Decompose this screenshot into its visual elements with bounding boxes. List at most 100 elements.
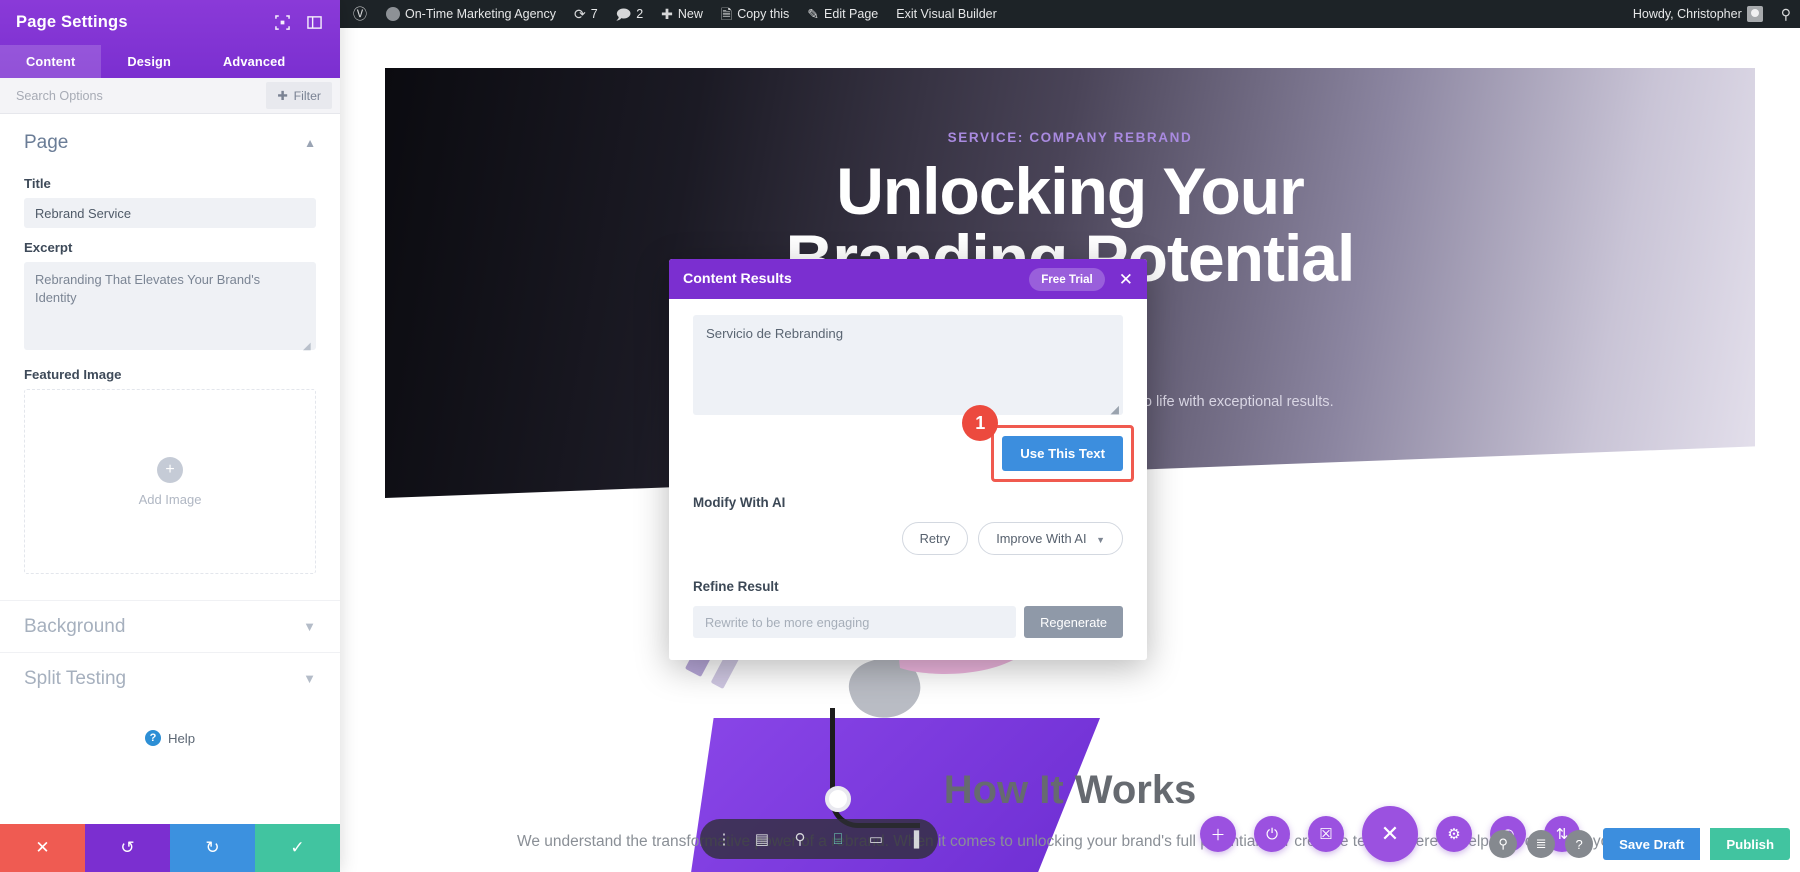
help-label: Help [167, 730, 196, 746]
redo-button[interactable]: ↻ [170, 824, 255, 872]
modal-body: ◢ Use This Text 1 Modify With AI Retry I… [669, 299, 1147, 660]
comments-count: 2 [636, 7, 644, 21]
excerpt-label: Excerpt [24, 240, 73, 255]
step-number-badge: 1 [962, 405, 999, 441]
how-it-works-title: How It Works [943, 768, 1197, 812]
discard-changes-button[interactable]: ✕ [0, 824, 85, 872]
page-title: Page Settings [16, 13, 128, 31]
account-menu[interactable]: Howdy, Christopher [1624, 0, 1772, 28]
filter-button[interactable]: ✚ Filter [266, 82, 332, 109]
content-results-modal: Content Results Free Trial ✕ ◢ Use This … [669, 259, 1147, 660]
chevron-down-icon: ▼ [1096, 535, 1105, 545]
page-section-title: Page [24, 132, 69, 153]
refine-result-label: Refine Result [693, 579, 779, 594]
chevron-down-icon: ▼ [303, 671, 316, 686]
add-icon[interactable]: ＋ [1200, 816, 1236, 852]
search-icon: ⚲ [1780, 6, 1791, 22]
tablet-icon[interactable]: ▭ [858, 821, 894, 857]
modal-header-actions: Free Trial ✕ [1029, 267, 1133, 291]
edit-page-menu[interactable]: ✎ Edit Page [798, 0, 887, 28]
phone-icon[interactable]: ▐ [896, 821, 932, 857]
desktop-icon[interactable]: ⌸ [820, 821, 856, 857]
improve-label: Improve With AI [996, 531, 1087, 546]
copy-label: Copy this [737, 7, 790, 21]
wp-admin-bar: Ⓥ On-Time Marketing Agency ⟳ 7 🗩 2 ✚ New… [340, 0, 1800, 28]
use-this-text-button[interactable]: Use This Text [1002, 436, 1123, 471]
modify-actions-row: Retry Improve With AI ▼ [693, 522, 1123, 555]
refine-input[interactable] [693, 606, 1017, 638]
publish-button[interactable]: Publish [1710, 828, 1790, 860]
modify-with-ai-label: Modify With AI [693, 495, 786, 510]
save-draft-button[interactable]: Save Draft [1603, 828, 1701, 860]
adminbar-search-button[interactable]: ⚲ [1772, 0, 1800, 28]
howdy-label: Howdy, Christopher [1632, 7, 1742, 21]
tab-content[interactable]: Content [0, 45, 102, 78]
page-section-header[interactable]: Page ▲ [0, 114, 340, 164]
title-input[interactable] [24, 198, 316, 228]
filter-label: Filter [293, 88, 321, 103]
overflow-menu-icon[interactable]: ⋮ [706, 821, 742, 857]
free-trial-badge[interactable]: Free Trial [1029, 267, 1105, 291]
search-input[interactable] [0, 88, 267, 103]
excerpt-textarea[interactable] [24, 262, 316, 350]
exit-visual-builder[interactable]: Exit Visual Builder [887, 0, 1006, 28]
help-icon[interactable]: ? [1565, 830, 1594, 858]
retry-button[interactable]: Retry [901, 522, 969, 555]
background-label: Background [24, 615, 126, 637]
use-this-text-wrapper: Use This Text 1 [962, 405, 1134, 482]
add-image-dropzone[interactable]: + Add Image [24, 389, 316, 574]
resize-grip-icon[interactable]: ◢ [303, 342, 313, 352]
hero-eyebrow: SERVICE: COMPANY REBRAND [947, 130, 1193, 145]
trash-icon[interactable]: ☒ [1308, 816, 1344, 852]
resize-grip-icon[interactable]: ◢ [1111, 403, 1119, 416]
improve-with-ai-button[interactable]: Improve With AI ▼ [978, 522, 1123, 555]
settings-icon[interactable]: ⚙ [1436, 816, 1472, 852]
close-icon[interactable]: ✕ [1362, 806, 1418, 862]
sidebar-item-background[interactable]: Background ▼ [0, 600, 340, 652]
close-icon[interactable]: ✕ [1119, 271, 1133, 288]
page-settings-sidebar: Page Settings Content Design Advanced Se… [0, 0, 340, 872]
view-mode-toolbar: ⋮ ▤ ⚲ ⌸ ▭ ▐ [700, 819, 938, 859]
updates-menu[interactable]: ⟳ 7 [565, 0, 607, 28]
layers-icon[interactable]: ≣ [1527, 830, 1556, 858]
plus-icon: ✚ [661, 6, 673, 22]
plus-icon: + [157, 456, 183, 483]
new-content-menu[interactable]: ✚ New [652, 0, 712, 28]
plus-icon: ✚ [277, 88, 288, 103]
copy-icon: 🗎 [720, 6, 733, 22]
panel-layout-icon[interactable] [304, 13, 324, 33]
modal-title: Content Results [683, 271, 792, 287]
split-testing-label: Split Testing [24, 667, 127, 689]
question-mark-icon: ? [144, 730, 161, 746]
wireframe-icon[interactable]: ▤ [744, 821, 780, 857]
site-icon [386, 7, 400, 21]
updates-count: 7 [590, 7, 598, 21]
chevron-up-icon: ▲ [304, 136, 316, 150]
sidebar-item-split-testing[interactable]: Split Testing ▼ [0, 652, 340, 704]
copy-this-menu[interactable]: 🗎 Copy this [712, 0, 798, 28]
tab-advanced[interactable]: Advanced [197, 45, 311, 78]
sidebar-body: Page ▲ Title Excerpt ◢ Featured Image + … [0, 114, 340, 824]
modal-header: Content Results Free Trial ✕ [669, 259, 1147, 299]
exit-label: Exit Visual Builder [896, 7, 997, 21]
use-text-row: Use This Text 1 [693, 405, 1134, 482]
undo-button[interactable]: ↺ [85, 824, 170, 872]
hero-title-line-1: Unlocking Your [836, 154, 1305, 228]
power-icon[interactable]: ⏻ [1254, 816, 1290, 852]
sidebar-titlebar: Page Settings [0, 0, 340, 45]
tab-design[interactable]: Design [101, 45, 197, 78]
help-link[interactable]: ? Help [0, 704, 340, 746]
chevron-down-icon: ▼ [303, 619, 316, 634]
comments-menu[interactable]: 🗩 2 [607, 0, 653, 28]
zoom-icon[interactable]: ⚲ [782, 821, 818, 857]
focus-icon[interactable] [272, 13, 292, 33]
save-changes-button[interactable]: ✓ [255, 824, 340, 872]
result-textarea[interactable] [693, 315, 1123, 415]
search-options-row: ✚ Filter [0, 78, 340, 114]
wordpress-logo-icon[interactable]: Ⓥ [340, 0, 377, 28]
site-name-menu[interactable]: On-Time Marketing Agency [377, 0, 565, 28]
sidebar-tabs: Content Design Advanced [0, 45, 340, 78]
search-icon[interactable]: ⚲ [1489, 830, 1518, 858]
regenerate-button[interactable]: Regenerate [1024, 606, 1123, 638]
